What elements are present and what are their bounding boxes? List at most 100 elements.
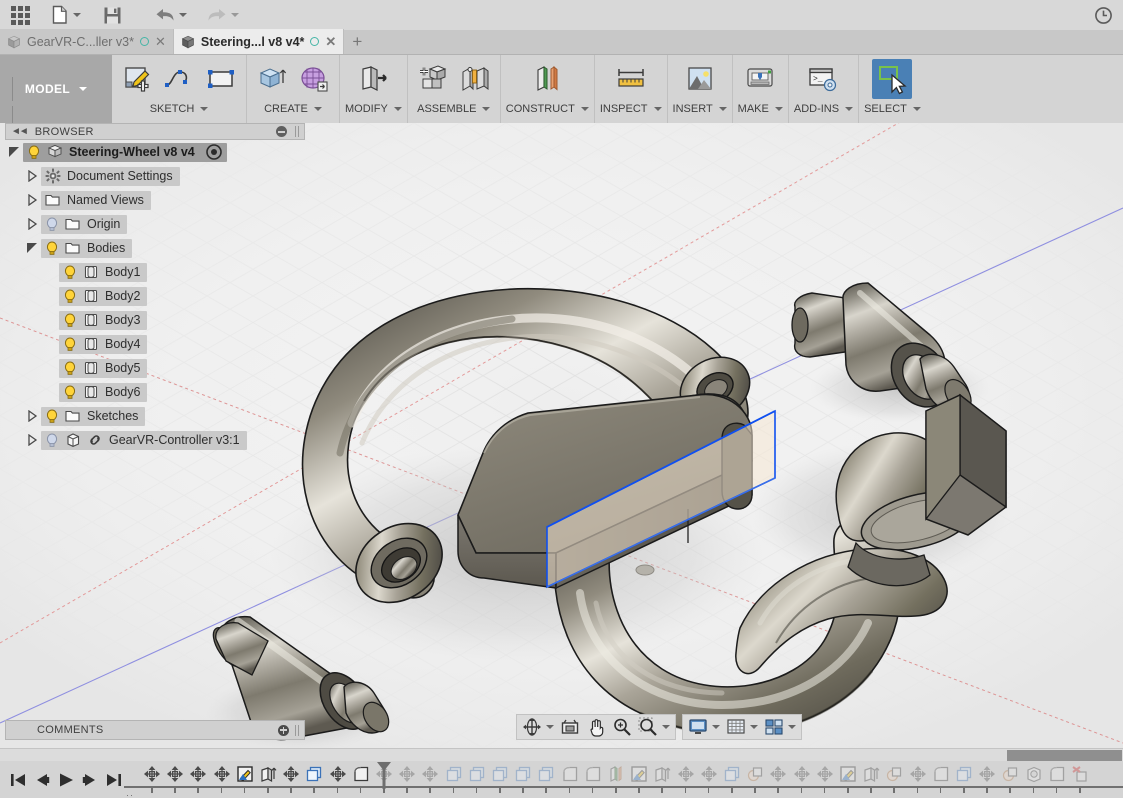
- browser-tree-item-gearvr-controller-v3-1[interactable]: GearVR-Controller v3:1: [5, 428, 305, 452]
- expand-arrow-closed-icon[interactable]: [23, 194, 41, 206]
- timeline-feature-15[interactable]: [490, 764, 510, 784]
- expand-arrow-closed-icon[interactable]: [23, 170, 41, 182]
- timeline-feature-24[interactable]: [699, 764, 719, 784]
- expand-arrow-closed-icon[interactable]: [23, 410, 41, 422]
- timeline-feature-18[interactable]: [560, 764, 580, 784]
- horizontal-scrollbar-thumb[interactable]: [1007, 750, 1122, 761]
- timeline-feature-2[interactable]: [188, 764, 208, 784]
- timeline-feature-11[interactable]: [397, 764, 417, 784]
- tree-item-chip[interactable]: Named Views: [41, 190, 151, 210]
- timeline-track[interactable]: ··: [124, 761, 1123, 798]
- timeline-feature-35[interactable]: [954, 764, 974, 784]
- browser-tree-item-named-views[interactable]: Named Views: [5, 188, 305, 212]
- horizontal-scrollbar[interactable]: [0, 748, 1123, 761]
- new-file-icon[interactable]: [40, 0, 92, 30]
- comments-resize-grip[interactable]: [295, 724, 299, 736]
- timeline-feature-29[interactable]: [815, 764, 835, 784]
- browser-panel-header[interactable]: ◄◄ BROWSER: [5, 123, 305, 140]
- ribbon-panel-addins-title[interactable]: ADD-INS: [794, 99, 854, 119]
- redo-caret-icon[interactable]: [230, 13, 239, 17]
- timeline-feature-21[interactable]: [629, 764, 649, 784]
- timeline-feature-7[interactable]: [304, 764, 324, 784]
- new-component-icon[interactable]: [413, 59, 453, 99]
- zoom-icon[interactable]: [609, 715, 635, 739]
- timeline-feature-33[interactable]: [908, 764, 928, 784]
- timeline-feature-32[interactable]: [884, 764, 904, 784]
- light-bulb-icon[interactable]: [27, 145, 41, 160]
- display-settings-icon[interactable]: [685, 715, 723, 739]
- timeline-feature-25[interactable]: [722, 764, 742, 784]
- light-bulb-icon[interactable]: [63, 337, 77, 352]
- comments-panel[interactable]: COMMENTS: [5, 720, 305, 740]
- create-caret-icon[interactable]: [313, 107, 322, 111]
- timeline-feature-0[interactable]: [142, 764, 162, 784]
- browser-tree-item-origin[interactable]: Origin: [5, 212, 305, 236]
- create-form-icon[interactable]: [294, 59, 334, 99]
- browser-tree-item-body5[interactable]: Body5: [5, 356, 305, 380]
- app-grid-icon[interactable]: [0, 0, 40, 30]
- scripts-addins-icon[interactable]: >_: [803, 59, 843, 99]
- browser-tree-item-steering-wheel-v8-v4[interactable]: Steering-Wheel v8 v4: [5, 140, 305, 164]
- tree-item-chip[interactable]: Body3: [59, 310, 148, 330]
- timeline-feature-34[interactable]: [931, 764, 951, 784]
- timeline-feature-19[interactable]: [583, 764, 603, 784]
- new-document-tab-button[interactable]: +: [344, 29, 370, 54]
- browser-minimize-icon[interactable]: [276, 126, 287, 137]
- measure-icon[interactable]: [611, 59, 651, 99]
- extrude-icon[interactable]: [252, 59, 292, 99]
- tree-item-chip[interactable]: Sketches: [41, 406, 146, 426]
- browser-tree-item-bodies[interactable]: Bodies: [5, 236, 305, 260]
- workspace-caret-icon[interactable]: [79, 87, 88, 91]
- document-tab-1[interactable]: Steering...l v8 v4* ✕: [173, 29, 345, 54]
- expand-arrow-closed-icon[interactable]: [23, 434, 41, 446]
- timeline-feature-12[interactable]: [420, 764, 440, 784]
- modify-caret-icon[interactable]: [393, 107, 402, 111]
- tree-item-chip[interactable]: Origin: [41, 214, 128, 234]
- tree-item-chip[interactable]: Body5: [59, 358, 148, 378]
- new-file-caret-icon[interactable]: [73, 13, 81, 17]
- addins-caret-icon[interactable]: [845, 107, 854, 111]
- display-settings-caret-icon[interactable]: [712, 725, 720, 729]
- rectangle-icon[interactable]: [201, 59, 241, 99]
- timeline-feature-27[interactable]: [768, 764, 788, 784]
- timeline-feature-16[interactable]: [513, 764, 533, 784]
- select-window-icon[interactable]: [872, 59, 913, 99]
- redo-icon[interactable]: [196, 0, 248, 30]
- 3d-print-icon[interactable]: [740, 59, 780, 99]
- light-bulb-icon[interactable]: [45, 409, 59, 424]
- grid-snaps-icon[interactable]: [723, 715, 761, 739]
- light-bulb-icon[interactable]: [45, 241, 59, 256]
- timeline-play-icon[interactable]: [56, 769, 76, 791]
- browser-tree-item-body3[interactable]: Body3: [5, 308, 305, 332]
- timeline-end-icon[interactable]: [104, 769, 124, 791]
- tree-item-chip[interactable]: Document Settings: [41, 166, 180, 186]
- 3d-viewport[interactable]: ◄◄ BROWSER Steering-Wheel v8 v4 Document …: [0, 123, 1123, 748]
- timeline-marker[interactable]: [376, 761, 392, 796]
- tree-item-chip[interactable]: Body1: [59, 262, 148, 282]
- timeline-feature-13[interactable]: [444, 764, 464, 784]
- tree-item-chip[interactable]: Body4: [59, 334, 148, 354]
- timeline-feature-30[interactable]: [838, 764, 858, 784]
- light-bulb-icon[interactable]: [45, 217, 59, 232]
- insert-caret-icon[interactable]: [718, 107, 727, 111]
- spline-icon[interactable]: [159, 59, 199, 99]
- timeline-feature-1[interactable]: [165, 764, 185, 784]
- document-tab-0[interactable]: GearVR-C...ller v3* ✕: [0, 29, 174, 54]
- add-comment-icon[interactable]: [278, 724, 289, 736]
- ribbon-panel-select-title[interactable]: SELECT: [864, 99, 921, 119]
- tree-item-chip[interactable]: Body2: [59, 286, 148, 306]
- timeline-feature-31[interactable]: [861, 764, 881, 784]
- viewports-caret-icon[interactable]: [788, 725, 796, 729]
- timeline-feature-4[interactable]: [235, 764, 255, 784]
- ribbon-panel-make-title[interactable]: MAKE: [738, 99, 783, 119]
- light-bulb-icon[interactable]: [63, 265, 77, 280]
- job-status-clock-icon[interactable]: [1094, 0, 1113, 30]
- document-tab-1-close-icon[interactable]: ✕: [325, 35, 336, 48]
- ribbon-panel-construct-title[interactable]: CONSTRUCT: [506, 99, 589, 119]
- undo-icon[interactable]: [144, 0, 196, 30]
- look-at-icon[interactable]: [557, 715, 583, 739]
- timeline-feature-38[interactable]: [1024, 764, 1044, 784]
- browser-collapse-icon[interactable]: ◄◄: [11, 126, 29, 137]
- orbit-caret-icon[interactable]: [546, 725, 554, 729]
- timeline-feature-5[interactable]: [258, 764, 278, 784]
